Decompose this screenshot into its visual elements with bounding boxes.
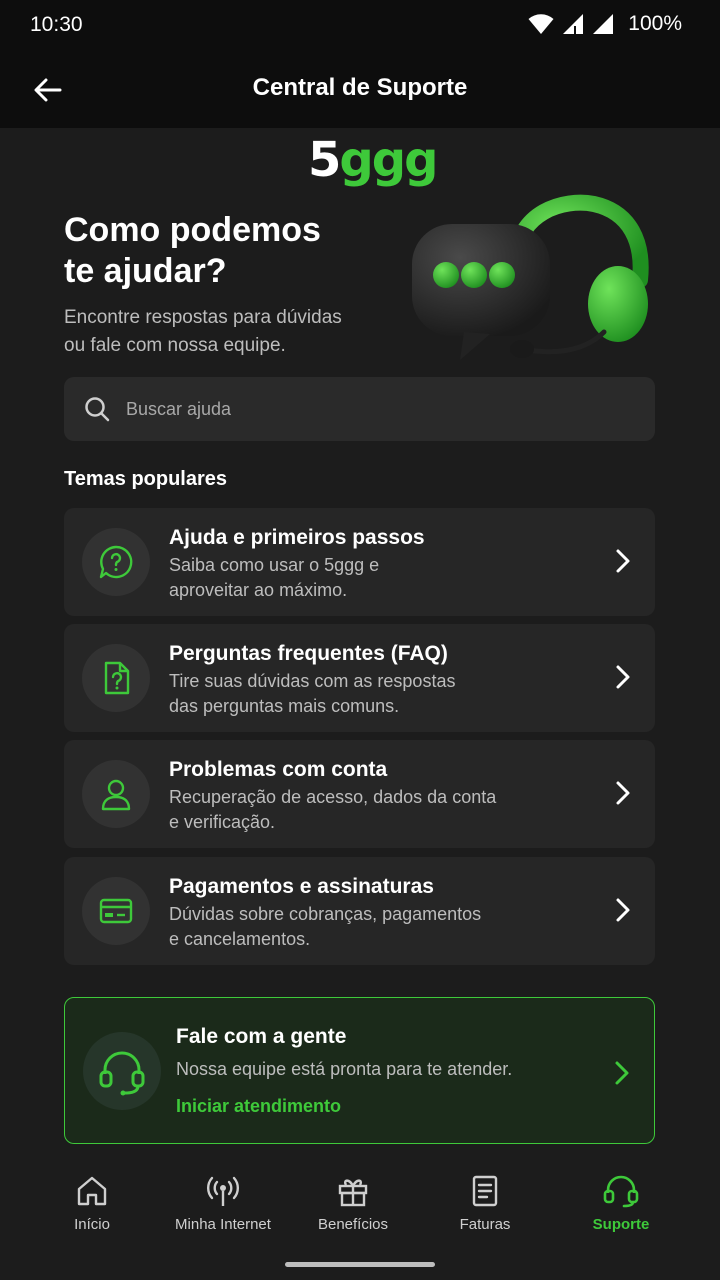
nav-item-minha-internet[interactable]: Minha Internet bbox=[158, 1174, 288, 1233]
topic-desc-line1: Dúvidas sobre cobranças, pagamentos bbox=[169, 904, 482, 924]
chevron-right-icon bbox=[616, 898, 630, 922]
nav-item-beneficios[interactable]: Benefícios bbox=[288, 1174, 418, 1233]
headset-icon bbox=[603, 1175, 639, 1208]
gift-icon bbox=[338, 1179, 368, 1207]
nav-label: Benefícios bbox=[317, 1216, 389, 1233]
start-support-link[interactable]: Iniciar atendimento bbox=[176, 1096, 341, 1117]
topic-description: Saiba como usar o 5ggg e aproveitar ao m… bbox=[169, 553, 529, 603]
headset-icon bbox=[99, 1051, 145, 1096]
topic-description: Tire suas dúvidas com as respostas das p… bbox=[169, 669, 529, 719]
signal-full-icon bbox=[593, 14, 614, 34]
search-input[interactable] bbox=[126, 398, 606, 420]
nav-item-inicio[interactable]: Início bbox=[27, 1174, 157, 1233]
topic-desc-line1: Tire suas dúvidas com as respostas bbox=[169, 671, 456, 691]
topic-title: Pagamentos e assinaturas bbox=[169, 875, 434, 898]
status-icons: 100% bbox=[528, 12, 682, 36]
logo-number: 5 bbox=[308, 132, 341, 188]
topic-title: Ajuda e primeiros passos bbox=[169, 526, 425, 549]
status-time: 10:30 bbox=[30, 13, 83, 36]
search-bar[interactable] bbox=[64, 377, 655, 441]
topic-account-problems[interactable]: Problemas com conta Recuperação de acess… bbox=[64, 740, 655, 848]
topic-icon-circle bbox=[82, 528, 150, 596]
topic-icon-circle bbox=[82, 877, 150, 945]
user-icon bbox=[101, 779, 131, 811]
battery-level: 100% bbox=[628, 12, 682, 35]
antenna-icon bbox=[207, 1176, 239, 1206]
hero-title-line1: Como podemos bbox=[64, 211, 321, 249]
faq-document-icon bbox=[104, 661, 130, 695]
search-icon bbox=[85, 397, 110, 422]
contact-description: Nossa equipe está pronta para te atender… bbox=[176, 1059, 513, 1079]
hero-title: Como podemos te ajudar? bbox=[64, 210, 384, 292]
home-indicator[interactable] bbox=[285, 1262, 435, 1267]
app-bar: Central de Suporte bbox=[0, 52, 720, 128]
question-chat-icon bbox=[99, 545, 133, 579]
contact-support-card[interactable]: Fale com a gente Nossa equipe está pront… bbox=[64, 997, 655, 1144]
page-title: Central de Suporte bbox=[252, 74, 468, 101]
topic-description: Recuperação de acesso, dados da conta e … bbox=[169, 785, 529, 835]
topic-description: Dúvidas sobre cobranças, pagamentos e ca… bbox=[169, 902, 529, 952]
topic-desc-line1: Saiba como usar o 5ggg e bbox=[169, 555, 380, 575]
chevron-right-icon bbox=[616, 781, 630, 805]
topic-getting-started[interactable]: Ajuda e primeiros passos Saiba como usar… bbox=[64, 508, 655, 616]
nav-label: Início bbox=[74, 1216, 110, 1233]
chevron-right-icon bbox=[615, 1061, 629, 1085]
wifi-icon bbox=[528, 14, 554, 34]
topic-desc-line2: e cancelamentos. bbox=[169, 929, 311, 949]
topic-faq[interactable]: Perguntas frequentes (FAQ) Tire suas dúv… bbox=[64, 624, 655, 732]
nav-label: Suporte bbox=[592, 1216, 650, 1233]
nav-label: Minha Internet bbox=[175, 1216, 271, 1233]
invoice-icon bbox=[472, 1175, 498, 1207]
popular-topics-title: Temas populares bbox=[64, 468, 228, 490]
nav-label: Faturas bbox=[459, 1216, 511, 1233]
contact-title: Fale com a gente bbox=[176, 1025, 347, 1048]
hero-title-line2: te ajudar? bbox=[64, 252, 227, 290]
nav-item-suporte[interactable]: Suporte bbox=[556, 1174, 686, 1233]
nav-item-faturas[interactable]: Faturas bbox=[420, 1174, 550, 1233]
topic-desc-line2: aproveitar ao máximo. bbox=[169, 580, 348, 600]
topic-payments[interactable]: Pagamentos e assinaturas Dúvidas sobre c… bbox=[64, 857, 655, 965]
chevron-right-icon bbox=[616, 549, 630, 573]
topic-desc-line2: e verificação. bbox=[169, 812, 276, 832]
hero-subtitle: Encontre respostas para dúvidas ou fale … bbox=[64, 304, 384, 360]
chevron-right-icon bbox=[616, 665, 630, 689]
topic-desc-line1: Recuperação de acesso, dados da conta bbox=[169, 787, 497, 807]
status-bar: 10:30 100% bbox=[0, 0, 720, 52]
signal-icon bbox=[563, 14, 584, 34]
topic-title: Problemas com conta bbox=[169, 758, 388, 781]
credit-card-icon bbox=[99, 898, 133, 924]
topic-desc-line2: das perguntas mais comuns. bbox=[169, 696, 400, 716]
hero-subtitle-line1: Encontre respostas para dúvidas bbox=[64, 307, 342, 328]
topic-title: Perguntas frequentes (FAQ) bbox=[169, 642, 448, 665]
topic-icon-circle bbox=[82, 760, 150, 828]
home-icon bbox=[77, 1176, 107, 1206]
contact-icon-circle bbox=[83, 1032, 161, 1110]
logo-text: ggg bbox=[339, 132, 438, 188]
topic-icon-circle bbox=[82, 644, 150, 712]
brand-logo: 5ggg bbox=[308, 132, 438, 188]
support-chat-headset-illustration bbox=[412, 194, 649, 360]
hero-subtitle-line2: ou fale com nossa equipe. bbox=[64, 335, 286, 356]
